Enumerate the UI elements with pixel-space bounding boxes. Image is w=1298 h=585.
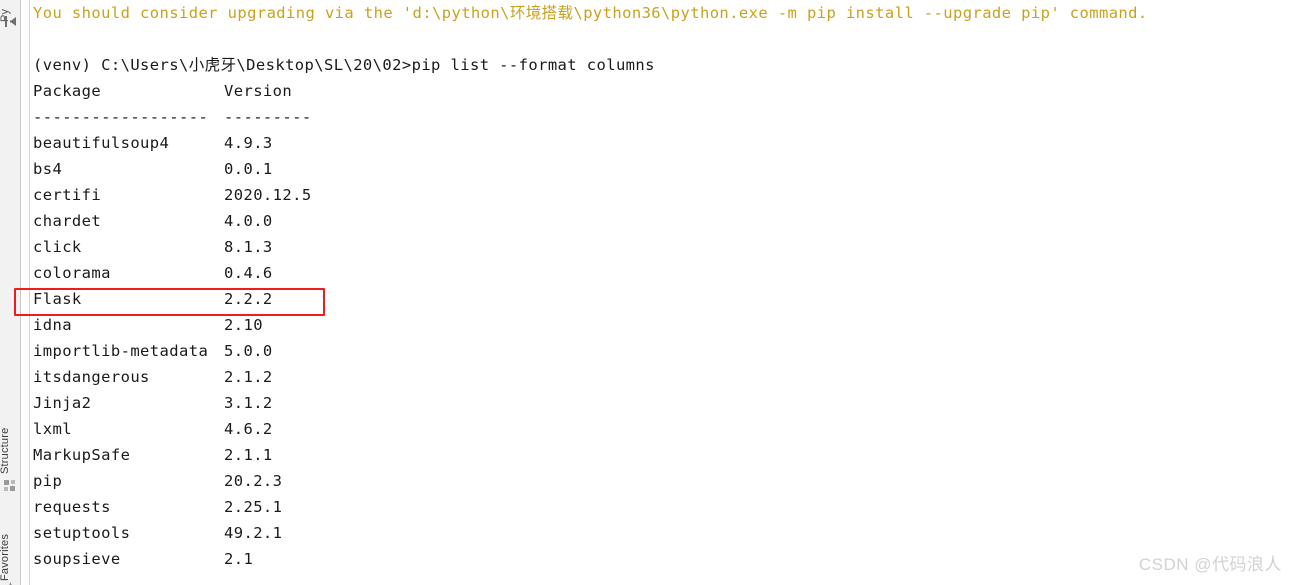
package-name: beautifulsoup4 [33, 134, 170, 152]
package-row: Jinja2 3.1.2 [33, 390, 273, 416]
table-header-row: Package Version [33, 78, 292, 104]
package-row: Flask 2.2.2 [33, 286, 273, 312]
separator-version: --------- [224, 108, 312, 126]
collapse-arrow-icon[interactable] [3, 14, 18, 29]
package-name: Jinja2 [33, 394, 92, 412]
package-row: soupsieve 2.1 [33, 546, 253, 572]
package-version: 2.25.1 [224, 498, 283, 516]
package-row: idna 2.10 [33, 312, 263, 338]
package-version: 20.2.3 [224, 472, 283, 490]
command-prompt-line: (venv) C:\Users\小虎牙\Desktop\SL\20\02>pip… [33, 56, 655, 74]
package-row: setuptools 49.2.1 [33, 520, 282, 546]
package-version: 2.1 [224, 550, 254, 568]
package-name: idna [33, 316, 72, 334]
sidebar-item-favorites[interactable]: Favorites [0, 511, 20, 581]
package-version: 4.9.3 [224, 134, 273, 152]
package-name: itsdangerous [33, 368, 150, 386]
package-name: requests [33, 498, 111, 516]
table-separator-row: ------------------ --------- [33, 104, 312, 130]
package-version: 0.0.1 [224, 160, 273, 178]
csdn-watermark: CSDN @代码浪人 [1138, 555, 1282, 574]
package-row: colorama 0.4.6 [33, 260, 273, 286]
column-header-version: Version [224, 82, 293, 100]
package-name: pip [33, 472, 63, 490]
package-version: 49.2.1 [224, 524, 283, 542]
package-row: bs4 0.0.1 [33, 156, 273, 182]
package-version: 4.6.2 [224, 420, 273, 438]
console-output[interactable]: You should consider upgrading via the 'd… [31, 0, 1298, 585]
column-header-package: Package [33, 82, 102, 100]
console-gutter-divider [21, 0, 30, 585]
favorites-star-icon[interactable] [5, 577, 16, 585]
package-row: importlib-metadata 5.0.0 [33, 338, 273, 364]
package-version: 2.10 [224, 316, 263, 334]
package-name: importlib-metadata [33, 342, 209, 360]
package-name: colorama [33, 264, 111, 282]
package-row: certifi 2020.12.5 [33, 182, 312, 208]
package-version: 0.4.6 [224, 264, 273, 282]
package-row: requests 2.25.1 [33, 494, 282, 520]
package-name: certifi [33, 186, 102, 204]
package-row: chardet 4.0.0 [33, 208, 273, 234]
package-name: bs4 [33, 160, 63, 178]
package-name: MarkupSafe [33, 446, 131, 464]
package-row: itsdangerous 2.1.2 [33, 364, 273, 390]
package-name: Flask [33, 290, 82, 308]
pip-upgrade-warning: You should consider upgrading via the 'd… [33, 4, 1148, 22]
package-name: setuptools [33, 524, 131, 542]
package-row: click 8.1.3 [33, 234, 273, 260]
package-version: 3.1.2 [224, 394, 273, 412]
package-version: 2.2.2 [224, 290, 273, 308]
package-version: 2020.12.5 [224, 186, 312, 204]
package-version: 8.1.3 [224, 238, 273, 256]
package-row: pip 20.2.3 [33, 468, 282, 494]
package-version: 5.0.0 [224, 342, 273, 360]
structure-blocks-icon[interactable] [3, 478, 18, 493]
package-row: beautifulsoup4 4.9.3 [33, 130, 273, 156]
package-version: 2.1.1 [224, 446, 273, 464]
console-screenshot: Pу Structure Favorites You should consid… [0, 0, 1298, 585]
package-name: click [33, 238, 82, 256]
left-tool-window-bar: Pу Structure Favorites [0, 0, 21, 585]
package-name: chardet [33, 212, 102, 230]
package-row: MarkupSafe 2.1.1 [33, 442, 273, 468]
package-name: soupsieve [33, 550, 121, 568]
package-name: lxml [33, 420, 72, 438]
sidebar-item-structure[interactable]: Structure [0, 406, 20, 474]
package-version: 4.0.0 [224, 212, 273, 230]
package-row: lxml 4.6.2 [33, 416, 273, 442]
package-version: 2.1.2 [224, 368, 273, 386]
separator-package: ------------------ [33, 108, 209, 126]
